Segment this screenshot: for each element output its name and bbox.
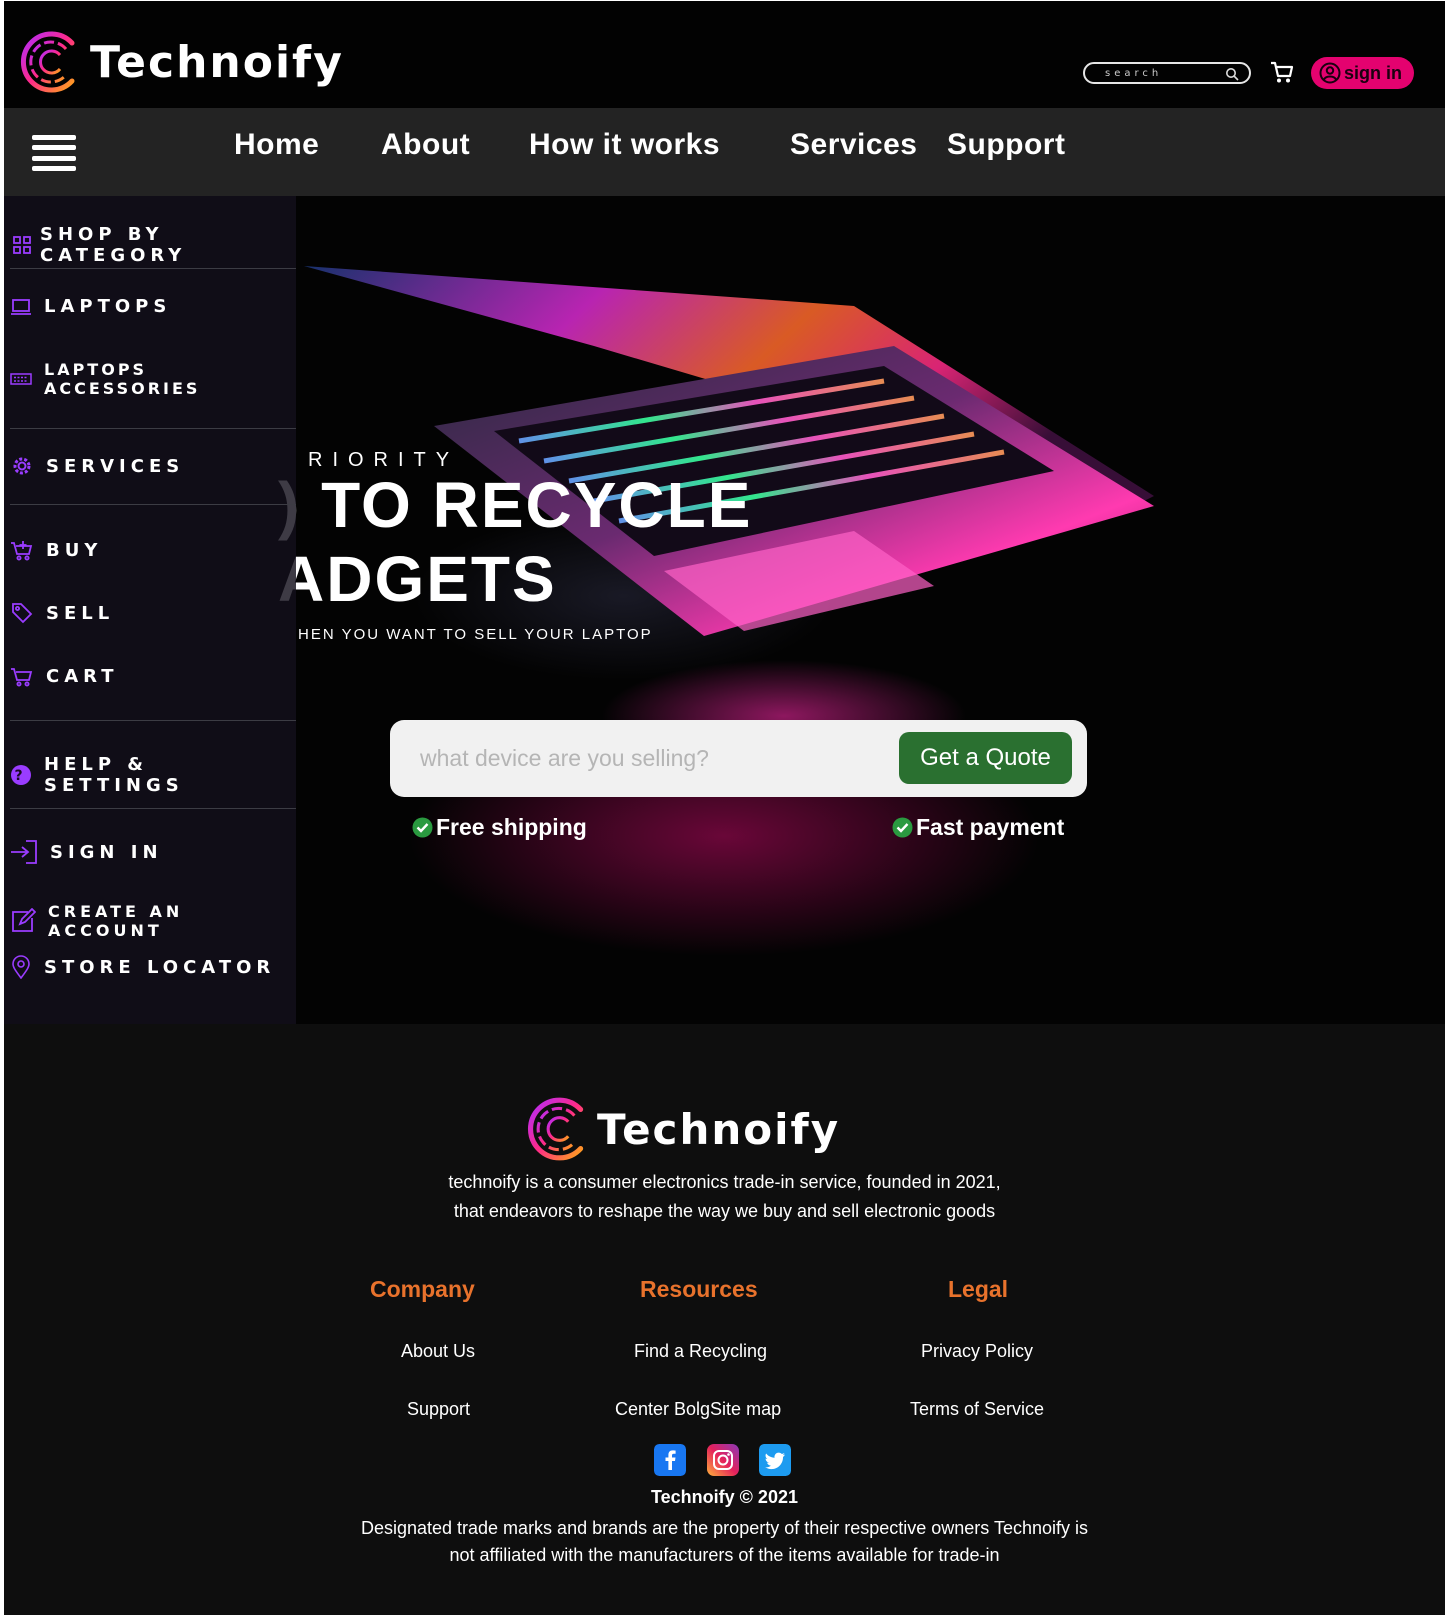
sidebar-item-buy[interactable]: BUY	[10, 538, 102, 562]
sidebar-item-label: SIGN IN	[50, 841, 163, 863]
footer-link-sitemap[interactable]: Center BolgSite map	[615, 1399, 781, 1420]
location-pin-icon	[12, 955, 30, 979]
twitter-icon[interactable]	[759, 1444, 791, 1476]
divider	[10, 504, 296, 505]
brand-name: Technoify	[90, 36, 344, 88]
quote-form: Get a Quote	[390, 720, 1087, 797]
footer-link-about-us[interactable]: About Us	[401, 1341, 475, 1362]
sidebar-item-store-locator[interactable]: STORE LOCATOR	[10, 955, 275, 979]
search-bar[interactable]	[1083, 62, 1251, 84]
hero-title: ) TO RECYCLE ADGETS	[278, 468, 753, 616]
hero-title-line1: ) TO RECYCLE	[278, 469, 753, 541]
sidebar-item-label: LAPTOPS	[44, 296, 172, 317]
copyright: Technoify © 2021	[651, 1487, 798, 1507]
sidebar-item-label: SELL	[46, 602, 115, 624]
hamburger-menu-icon[interactable]	[32, 135, 76, 171]
divider	[10, 268, 296, 269]
gear-icon	[13, 457, 31, 475]
check-circle-icon	[412, 817, 433, 838]
footer-link-find-recycling[interactable]: Find a Recycling	[634, 1341, 767, 1362]
perk-label: Free shipping	[436, 814, 587, 840]
perk-fast-payment: Fast payment	[892, 814, 1064, 841]
sidebar-item-label: CREATE AN ACCOUNT	[48, 902, 184, 940]
sidebar-item-label: CART	[46, 665, 119, 687]
instagram-icon[interactable]	[707, 1444, 739, 1476]
sidebar-item-shop-by-category[interactable]: SHOP BY CATEGORY	[12, 224, 296, 266]
cart-add-icon	[11, 541, 33, 561]
legal-line: Designated trade marks and brands are th…	[360, 1518, 1089, 1538]
get-quote-button[interactable]: Get a Quote	[899, 732, 1072, 784]
tag-icon	[12, 603, 33, 624]
check-circle-icon	[892, 817, 913, 838]
nav-home[interactable]: Home	[234, 128, 319, 162]
footer-heading-legal: Legal	[948, 1276, 1009, 1302]
legal-notice: Designated trade marks and brands are th…	[4, 1515, 1445, 1569]
sidebar-item-label: SHOP BY CATEGORY	[40, 224, 187, 266]
hero-subtitle: HEN YOU WANT TO SELL YOUR LAPTOP	[298, 626, 653, 643]
footer-heading-company: Company	[370, 1276, 475, 1302]
sidebar-item-laptops[interactable]: LAPTOPS	[10, 296, 171, 317]
sign-in-button[interactable]: sign in	[1311, 57, 1414, 89]
sidebar-item-cart[interactable]: CART	[10, 664, 118, 688]
brand-logo[interactable]: Technoify	[20, 27, 344, 97]
divider	[10, 808, 296, 809]
company-description: technoify is a consumer electronics trad…	[4, 1168, 1445, 1226]
device-input[interactable]	[420, 740, 860, 776]
hero-title-line2: ADGETS	[278, 543, 557, 615]
sidebar-item-label: HELP & SETTINGS	[44, 754, 184, 796]
nav-about[interactable]: About	[381, 128, 470, 162]
divider	[10, 428, 296, 429]
keyboard-icon	[10, 373, 32, 385]
nav-how-it-works[interactable]: How it works	[529, 128, 720, 162]
description-line: technoify is a consumer electronics trad…	[448, 1172, 1001, 1192]
search-input[interactable]	[1105, 67, 1225, 79]
legal-line: not affiliated with the manufacturers of…	[449, 1545, 1000, 1565]
help-icon: ?	[11, 765, 31, 785]
footer-link-privacy-policy[interactable]: Privacy Policy	[921, 1341, 1033, 1362]
cart-icon	[11, 668, 33, 687]
svg-text:?: ?	[14, 768, 27, 784]
user-circle-icon	[1319, 62, 1341, 84]
laptop-icon	[11, 298, 31, 315]
top-header: Technoify sign in	[4, 1, 1445, 108]
description-line: that endeavors to reshape the way we buy…	[453, 1201, 996, 1221]
sidebar-item-label: STORE LOCATOR	[44, 956, 276, 978]
sidebar-item-sign-in[interactable]: SIGN IN	[10, 839, 163, 865]
nav-services[interactable]: Services	[790, 128, 917, 162]
sidebar-item-laptops-accessories[interactable]: LAPTOPS ACCESSORIES	[10, 360, 296, 398]
sidebar-item-label: LAPTOPS ACCESSORIES	[44, 360, 201, 398]
divider	[10, 720, 296, 721]
sign-in-label: sign in	[1344, 62, 1402, 83]
sidebar-item-help-settings[interactable]: ? HELP & SETTINGS	[10, 754, 296, 796]
perk-free-shipping: Free shipping	[412, 814, 587, 841]
sidebar-item-sell[interactable]: SELL	[10, 601, 114, 625]
footer-link-terms-of-service[interactable]: Terms of Service	[910, 1399, 1044, 1420]
facebook-icon[interactable]	[654, 1444, 686, 1476]
search-icon[interactable]	[1225, 67, 1239, 81]
footer-logo[interactable]: Technoify	[527, 1092, 840, 1166]
nav-support[interactable]: Support	[947, 128, 1065, 162]
footer-link-support[interactable]: Support	[407, 1399, 470, 1420]
brand-name: Technoify	[597, 1104, 841, 1154]
grid-icon	[13, 236, 31, 254]
edit-icon	[12, 908, 36, 932]
sidebar-item-label: BUY	[46, 539, 103, 561]
page: Technoify sign in Home	[4, 1, 1445, 1615]
perk-label: Fast payment	[916, 814, 1065, 840]
logo-mark-icon	[528, 1097, 584, 1161]
cart-icon[interactable]	[1269, 59, 1295, 85]
sign-in-icon	[11, 840, 37, 864]
logo-mark-icon	[21, 31, 75, 93]
main-nav: Home About How it works Services Support	[4, 108, 1445, 196]
side-menu: SHOP BY CATEGORY LAPTOPS LAPTOPS ACCESSO…	[4, 196, 296, 1024]
sidebar-item-label: SERVICES	[46, 455, 185, 477]
footer-heading-resources: Resources	[640, 1276, 758, 1302]
sidebar-item-services[interactable]: SERVICES	[10, 454, 184, 478]
sidebar-item-create-account[interactable]: CREATE AN ACCOUNT	[10, 902, 296, 940]
